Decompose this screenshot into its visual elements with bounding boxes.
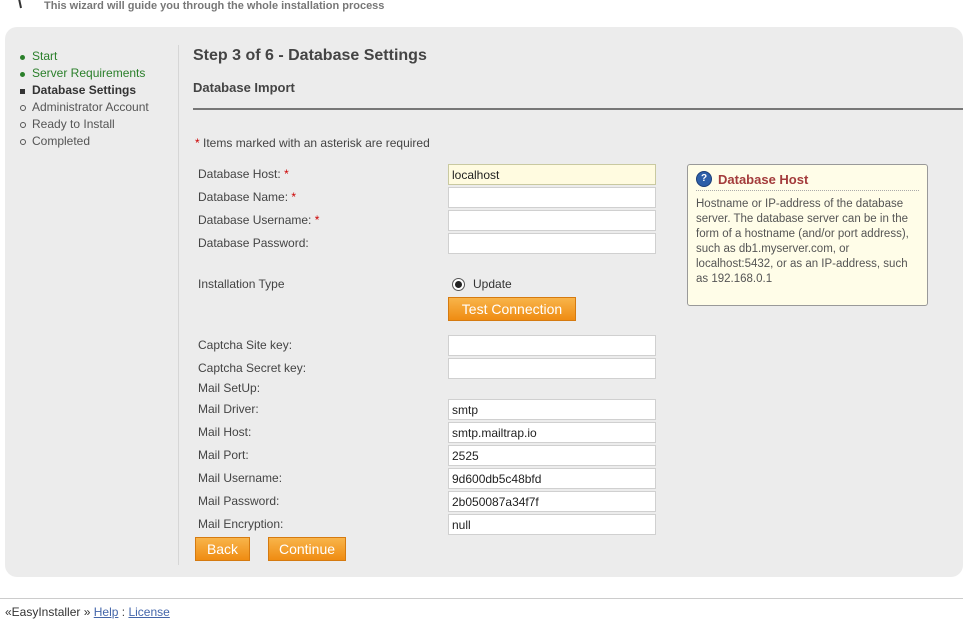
section-title: Database Import <box>193 80 295 95</box>
step-bullet-icon <box>20 122 26 128</box>
mail-host-input[interactable] <box>448 422 656 443</box>
step-ready-to-install: Ready to Install <box>20 117 149 134</box>
db-name-input[interactable] <box>448 187 656 208</box>
step-bullet-icon <box>20 139 26 145</box>
db-host-label: Database Host: * <box>198 167 289 181</box>
step-database-settings: Database Settings <box>20 83 149 100</box>
test-connection-button[interactable]: Test Connection <box>448 297 576 321</box>
installation-type-label: Installation Type <box>198 277 285 291</box>
captcha-secret-input[interactable] <box>448 358 656 379</box>
step-server-requirements: Server Requirements <box>20 66 149 83</box>
mail-port-label: Mail Port: <box>198 448 249 462</box>
mail-port-input[interactable] <box>448 445 656 466</box>
help-header: ? Database Host <box>696 171 919 191</box>
captcha-site-input[interactable] <box>448 335 656 356</box>
step-bullet-icon <box>20 55 25 60</box>
step-bullet-icon <box>20 89 25 94</box>
section-divider <box>193 108 963 110</box>
db-host-input[interactable] <box>448 164 656 185</box>
license-link[interactable]: License <box>128 605 169 619</box>
db-password-input[interactable] <box>448 233 656 254</box>
mail-encryption-label: Mail Encryption: <box>198 517 284 531</box>
update-radio-label: Update <box>473 277 512 291</box>
sidebar-divider <box>178 45 179 565</box>
captcha-secret-label: Captcha Secret key: <box>198 361 307 375</box>
mail-host-label: Mail Host: <box>198 425 252 439</box>
question-icon: ? <box>696 171 712 187</box>
top-bar: This wizard will guide you through the w… <box>0 0 977 20</box>
page-title: Step 3 of 6 - Database Settings <box>193 47 427 64</box>
help-title: Database Host <box>718 171 809 187</box>
footer-divider <box>0 598 963 599</box>
mail-password-input[interactable] <box>448 491 656 512</box>
db-username-input[interactable] <box>448 210 656 231</box>
mail-setup-heading: Mail SetUp: <box>198 381 261 395</box>
footer: «EasyInstaller » Help : License <box>5 605 170 619</box>
help-box: ? Database Host Hostname or IP-address o… <box>687 164 928 306</box>
step-start: Start <box>20 49 149 66</box>
continue-button[interactable]: Continue <box>268 537 346 561</box>
help-link[interactable]: Help <box>94 605 119 619</box>
installer-tagline: This wizard will guide you through the w… <box>44 0 385 12</box>
footer-brand: «EasyInstaller » <box>5 605 91 619</box>
db-username-label: Database Username: * <box>198 213 320 227</box>
mail-encryption-input[interactable] <box>448 514 656 535</box>
mail-username-input[interactable] <box>448 468 656 489</box>
step-administrator-account: Administrator Account <box>20 100 149 117</box>
mail-driver-input[interactable] <box>448 399 656 420</box>
db-name-label: Database Name: * <box>198 190 297 204</box>
captcha-site-label: Captcha Site key: <box>198 338 293 352</box>
wand-icon <box>18 0 22 9</box>
back-button[interactable]: Back <box>195 537 250 561</box>
radio-selected-icon[interactable] <box>452 277 465 291</box>
wizard-steps: Start Server Requirements Database Setti… <box>20 49 149 151</box>
db-password-label: Database Password: <box>198 236 309 250</box>
mail-username-label: Mail Username: <box>198 471 283 485</box>
help-text: Hostname or IP-address of the database s… <box>696 198 909 285</box>
footer-separator: : <box>121 605 126 619</box>
required-note: * Items marked with an asterisk are requ… <box>195 136 430 150</box>
mail-driver-label: Mail Driver: <box>198 402 259 416</box>
update-radio[interactable]: Update <box>452 277 512 291</box>
step-bullet-icon <box>20 72 25 77</box>
mail-password-label: Mail Password: <box>198 494 280 508</box>
step-completed: Completed <box>20 134 149 151</box>
step-bullet-icon <box>20 105 26 111</box>
